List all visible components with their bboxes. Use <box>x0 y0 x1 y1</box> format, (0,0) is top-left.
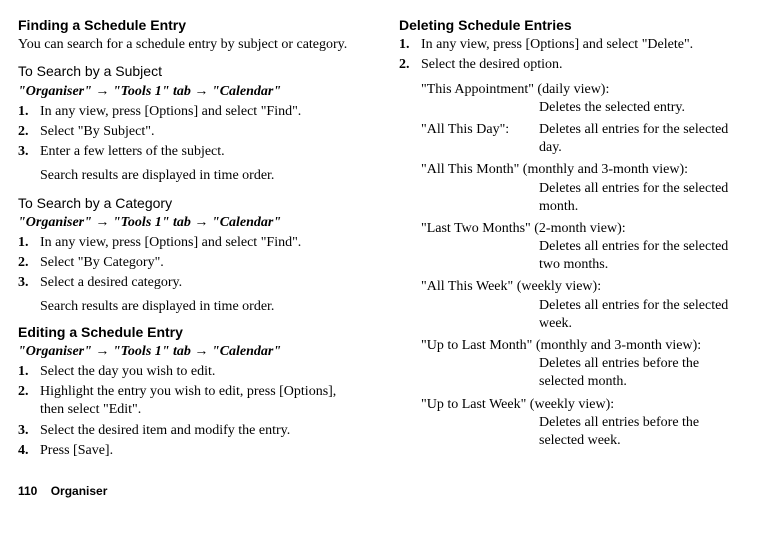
option-label: "All This Week" (weekly view): <box>421 278 740 296</box>
option-desc: Deletes all entries for the selected wee… <box>539 297 740 333</box>
option-label: "All This Day": <box>421 121 539 157</box>
breadcrumb-2: "Organiser" → "Tools 1" tab → "Calendar" <box>18 214 359 232</box>
subheading-by-category: To Search by a Category <box>18 194 359 212</box>
step: 1.In any view, press [Options] and selec… <box>18 234 359 252</box>
option-label: "Up to Last Week" (weekly view): <box>421 396 740 414</box>
steps-category: 1.In any view, press [Options] and selec… <box>18 234 359 293</box>
steps-subject: 1.In any view, press [Options] and selec… <box>18 103 359 162</box>
step: 4.Press [Save]. <box>18 442 359 460</box>
footer-section: Organiser <box>51 484 108 498</box>
option-desc: Deletes all entries for the selected day… <box>539 121 740 157</box>
delete-option: "Up to Last Week" (weekly view):Deletes … <box>421 396 740 451</box>
step: 3.Select a desired category. <box>18 274 359 292</box>
step: 2.Highlight the entry you wish to edit, … <box>18 383 359 419</box>
result-text: Search results are displayed in time ord… <box>40 167 359 185</box>
step: 2.Select "By Category". <box>18 254 359 272</box>
option-desc: Deletes all entries before the selected … <box>539 355 740 391</box>
option-label: "This Appointment" (daily view): <box>421 81 740 99</box>
step: 2.Select "By Subject". <box>18 123 359 141</box>
option-label: "All This Month" (monthly and 3-month vi… <box>421 161 740 179</box>
step: 3.Enter a few letters of the subject. <box>18 143 359 161</box>
delete-option: "This Appointment" (daily view):Deletes … <box>421 81 740 117</box>
heading-finding: Finding a Schedule Entry <box>18 16 359 34</box>
heading-deleting: Deleting Schedule Entries <box>399 16 740 34</box>
delete-options: "This Appointment" (daily view):Deletes … <box>421 81 740 451</box>
result-text: Search results are displayed in time ord… <box>40 298 359 316</box>
intro-text: You can search for a schedule entry by s… <box>18 36 359 54</box>
step: 1.In any view, press [Options] and selec… <box>399 36 740 54</box>
delete-option: "All This Month" (monthly and 3-month vi… <box>421 161 740 216</box>
step: 1.In any view, press [Options] and selec… <box>18 103 359 121</box>
breadcrumb-1: "Organiser" → "Tools 1" tab → "Calendar" <box>18 83 359 101</box>
page-number: 110 <box>18 484 37 498</box>
option-desc: Deletes all entries before the selected … <box>539 414 740 450</box>
heading-editing: Editing a Schedule Entry <box>18 323 359 341</box>
option-label: "Up to Last Month" (monthly and 3-month … <box>421 337 740 355</box>
delete-option: "Last Two Months" (2-month view):Deletes… <box>421 220 740 275</box>
option-desc: Deletes the selected entry. <box>539 99 740 117</box>
step: 1.Select the day you wish to edit. <box>18 363 359 381</box>
right-column: Deleting Schedule Entries 1.In any view,… <box>399 10 740 466</box>
option-desc: Deletes all entries for the selected mon… <box>539 180 740 216</box>
delete-option: "Up to Last Month" (monthly and 3-month … <box>421 337 740 392</box>
steps-deleting: 1.In any view, press [Options] and selec… <box>399 36 740 74</box>
step: 2.Select the desired option. <box>399 56 740 74</box>
footer: 110 Organiser <box>18 484 740 500</box>
option-label: "Last Two Months" (2-month view): <box>421 220 740 238</box>
breadcrumb-3: "Organiser" → "Tools 1" tab → "Calendar" <box>18 343 359 361</box>
steps-editing: 1.Select the day you wish to edit. 2.Hig… <box>18 363 359 460</box>
step: 3.Select the desired item and modify the… <box>18 422 359 440</box>
subheading-by-subject: To Search by a Subject <box>18 62 359 80</box>
option-desc: Deletes all entries for the selected two… <box>539 238 740 274</box>
delete-option: "All This Day":Deletes all entries for t… <box>421 121 740 157</box>
delete-option: "All This Week" (weekly view):Deletes al… <box>421 278 740 333</box>
left-column: Finding a Schedule Entry You can search … <box>18 10 359 466</box>
